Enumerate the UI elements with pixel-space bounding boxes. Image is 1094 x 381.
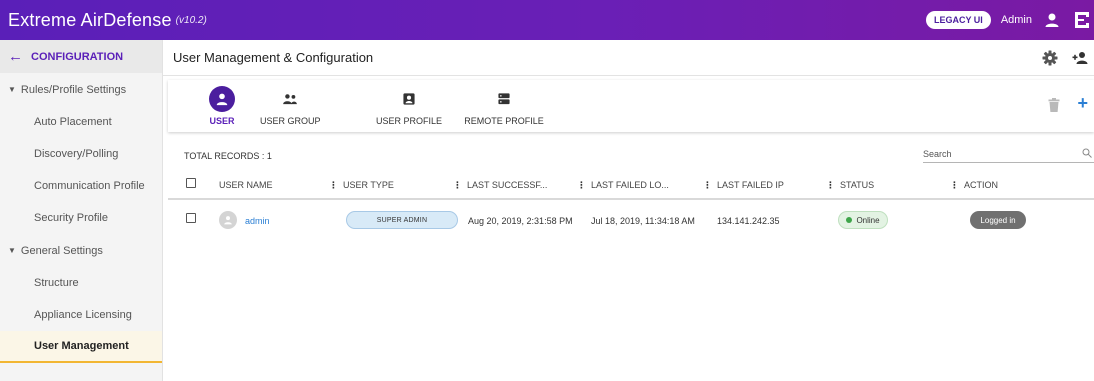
remote-profile-icon <box>498 93 510 105</box>
avatar <box>219 211 237 229</box>
page-title: User Management & Configuration <box>173 50 374 65</box>
sidebar: ← CONFIGURATION ▼ Rules/Profile Settings… <box>0 40 163 381</box>
header-tools <box>1042 50 1088 66</box>
sidebar-item-security-profile[interactable]: Security Profile <box>0 202 162 234</box>
caret-down-icon: ▼ <box>8 85 16 94</box>
sidebar-header-label: CONFIGURATION <box>31 50 124 63</box>
total-records: TOTAL RECORDS : 1 <box>184 151 272 161</box>
column-header-user-type[interactable]: ⋮ USER TYPE <box>329 180 394 191</box>
online-dot-icon <box>846 217 853 223</box>
top-bar: Extreme AirDefense (v10.2) LEGACY UI Adm… <box>0 0 1094 40</box>
page-header: User Management & Configuration <box>163 40 1094 76</box>
row-checkbox[interactable] <box>186 213 196 223</box>
sidebar-section-label: General Settings <box>20 244 103 257</box>
sidebar-item-communication-profile[interactable]: Communication Profile <box>0 170 162 202</box>
status-badge: Online <box>838 211 888 229</box>
table-header: USER NAME ⋮ USER TYPE ⋮ LAST SUCCESSF... ⋮… <box>168 170 1094 200</box>
column-menu-icon: ⋮ <box>453 180 462 190</box>
last-failed-login-cell: Jul 18, 2019, 11:34:18 AM <box>591 216 695 226</box>
tab-label: USER PROFILE <box>376 116 443 126</box>
tab-user[interactable]: USER <box>204 86 240 126</box>
column-menu-icon: ⋮ <box>826 180 835 190</box>
back-arrow-icon[interactable]: ← <box>8 48 23 65</box>
column-header-last-success[interactable]: ⋮ LAST SUCCESSF... <box>453 180 547 191</box>
sidebar-header[interactable]: ← CONFIGURATION <box>0 40 162 73</box>
tab-remote-profile[interactable]: REMOTE PROFILE <box>464 86 544 126</box>
tab-user-profile[interactable]: USER PROFILE <box>376 86 442 126</box>
sidebar-item-user-management[interactable]: User Management <box>0 331 162 363</box>
add-user-icon[interactable] <box>1072 50 1088 66</box>
sidebar-item-appliance-licensing[interactable]: Appliance Licensing <box>0 299 162 331</box>
last-failed-ip-cell: 134.141.242.35 <box>717 216 780 226</box>
user-icon <box>209 86 235 112</box>
status-label: Online <box>856 215 880 225</box>
column-menu-icon: ⋮ <box>577 180 586 190</box>
add-icon[interactable]: + <box>1077 94 1088 112</box>
user-icon[interactable] <box>1044 12 1060 28</box>
sidebar-item-discovery-polling[interactable]: Discovery/Polling <box>0 138 162 170</box>
column-menu-icon: ⋮ <box>703 180 712 190</box>
legacy-ui-button[interactable]: LEGACY UI <box>925 11 991 29</box>
action-badge[interactable]: Logged in <box>970 211 1026 229</box>
column-menu-icon: ⋮ <box>329 180 338 190</box>
gear-icon[interactable] <box>1042 50 1058 66</box>
column-header-last-failed-login[interactable]: ⋮ LAST FAILED LO... <box>577 180 669 191</box>
sidebar-item-auto-placement[interactable]: Auto Placement <box>0 106 162 138</box>
caret-down-icon: ▼ <box>8 246 16 255</box>
tab-user-group[interactable]: USER GROUP <box>260 86 321 126</box>
user-type-badge: SUPER ADMIN <box>346 211 458 229</box>
user-profile-icon <box>403 93 415 105</box>
column-header-user-name[interactable]: USER NAME <box>219 180 273 190</box>
column-menu-icon: ⋮ <box>950 180 959 190</box>
tab-label: USER GROUP <box>260 116 321 126</box>
sidebar-section-general[interactable]: ▼ General Settings <box>0 234 162 267</box>
extreme-logo-icon <box>1075 12 1089 28</box>
last-success-cell: Aug 20, 2019, 2:31:58 PM <box>468 216 573 226</box>
search-input[interactable]: Search <box>923 145 1094 163</box>
app-title: Extreme AirDefense <box>8 9 172 30</box>
tab-label: REMOTE PROFILE <box>464 116 544 126</box>
sidebar-section-rules[interactable]: ▼ Rules/Profile Settings <box>0 73 162 106</box>
table-row: admin SUPER ADMIN Aug 20, 2019, 2:31:58 … <box>168 203 1094 237</box>
user-tabs: USER USER GROUP USER PROFILE REMOTE PROF… <box>168 80 1094 132</box>
search-icon[interactable] <box>1082 148 1092 158</box>
trash-icon[interactable] <box>1048 98 1060 112</box>
admin-user-label[interactable]: Admin <box>1001 14 1032 26</box>
column-header-action[interactable]: ⋮ ACTION <box>950 180 998 191</box>
search-placeholder: Search <box>923 148 952 159</box>
topbar-right: LEGACY UI Admin <box>925 0 1094 40</box>
sidebar-section-label: Rules/Profile Settings <box>20 83 127 96</box>
tab-label: USER <box>209 116 235 126</box>
sidebar-item-structure[interactable]: Structure <box>0 267 162 299</box>
column-header-status[interactable]: ⋮ STATUS <box>826 180 874 191</box>
select-all-checkbox[interactable] <box>186 178 196 188</box>
user-group-icon <box>283 94 297 105</box>
app-version: (v10.2) <box>175 14 207 26</box>
user-name-link[interactable]: admin <box>245 216 270 226</box>
column-header-last-failed-ip[interactable]: ⋮ LAST FAILED IP <box>703 180 784 191</box>
